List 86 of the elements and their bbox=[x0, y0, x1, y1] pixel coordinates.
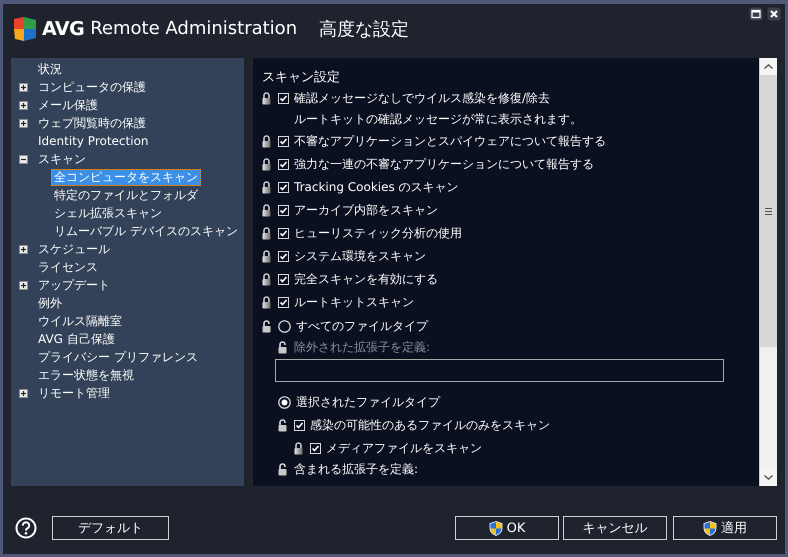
expand-icon[interactable] bbox=[19, 388, 28, 398]
checkbox[interactable] bbox=[278, 182, 289, 193]
ok-button[interactable]: OK bbox=[455, 516, 559, 540]
tree-item[interactable]: エラー状態を無視 bbox=[35, 366, 137, 384]
option-label: メディアファイルをスキャン bbox=[326, 440, 482, 457]
checkbox[interactable] bbox=[278, 205, 289, 216]
locked-icon[interactable] bbox=[262, 181, 271, 194]
option-label: すべてのファイルタイプ bbox=[296, 318, 428, 334]
default-button[interactable]: デフォルト bbox=[52, 516, 169, 540]
brand-name: AVG bbox=[42, 18, 84, 40]
locked-icon[interactable] bbox=[262, 296, 271, 309]
tree-item[interactable]: ウイルス隔離室 bbox=[35, 312, 125, 330]
tree-item[interactable]: スキャン bbox=[35, 150, 89, 168]
tree-item[interactable]: AVG 自己保護 bbox=[35, 330, 118, 348]
scroll-down-icon[interactable] bbox=[764, 475, 773, 480]
tree-item[interactable]: コンピュータの保護 bbox=[35, 78, 149, 96]
checkbox[interactable] bbox=[278, 228, 289, 239]
tree-item[interactable]: Identity Protection bbox=[35, 132, 152, 150]
option-label: 確認メッセージなしでウイルス感染を修復/除去 bbox=[294, 90, 550, 107]
collapse-icon[interactable] bbox=[19, 154, 28, 164]
window-title: 高度な設定 bbox=[319, 18, 410, 40]
tree-item[interactable]: ウェブ閲覧時の保護 bbox=[35, 114, 149, 132]
shield-icon bbox=[703, 520, 717, 536]
product-name: Remote Administration bbox=[90, 18, 298, 39]
tree-item[interactable]: リムーバブル デバイスのスキャン bbox=[51, 222, 241, 240]
tree-item[interactable]: 状況 bbox=[35, 60, 65, 78]
locked-icon[interactable] bbox=[262, 227, 271, 240]
locked-icon[interactable] bbox=[262, 135, 271, 148]
tree-item[interactable]: プライバシー プリファレンス bbox=[35, 348, 201, 366]
checkbox[interactable] bbox=[278, 251, 289, 262]
close-icon[interactable] bbox=[767, 7, 781, 21]
logo-icon bbox=[12, 16, 38, 42]
option-label: 感染の可能性のあるファイルのみをスキャン bbox=[310, 417, 550, 434]
checkbox[interactable] bbox=[278, 93, 289, 104]
locked-icon[interactable] bbox=[262, 204, 271, 217]
option-label: Tracking Cookies のスキャン bbox=[294, 179, 459, 196]
scroll-thumb[interactable] bbox=[760, 75, 777, 347]
locked-icon[interactable] bbox=[294, 442, 303, 455]
locked-icon[interactable] bbox=[262, 273, 271, 286]
option-label: 強力な一連の不審なアプリケーションについて報告する bbox=[294, 156, 594, 173]
shield-icon bbox=[488, 520, 503, 536]
expand-icon[interactable] bbox=[19, 280, 28, 290]
option-label: アーカイブ内部をスキャン bbox=[294, 202, 438, 219]
tree-item[interactable]: 特定のファイルとフォルダ bbox=[51, 186, 201, 204]
option-label: ルートキットスキャン bbox=[294, 294, 414, 311]
cancel-button[interactable]: キャンセル bbox=[563, 516, 667, 540]
tree-item[interactable]: アップデート bbox=[35, 276, 113, 294]
maximize-icon[interactable] bbox=[749, 7, 763, 21]
locked-icon[interactable] bbox=[262, 92, 271, 105]
tree-item[interactable]: シェル拡張スキャン bbox=[51, 204, 165, 222]
option-label: システム環境をスキャン bbox=[294, 248, 426, 265]
option-note: ルートキットの確認メッセージが常に表示されます。 bbox=[294, 111, 582, 128]
option-label: 選択されたファイルタイプ bbox=[296, 394, 440, 410]
option-label: 完全スキャンを有効にする bbox=[294, 271, 438, 288]
extensions-field[interactable] bbox=[275, 359, 724, 382]
expand-icon[interactable] bbox=[19, 244, 28, 254]
scrollbar[interactable] bbox=[759, 58, 777, 486]
unlocked-icon[interactable] bbox=[278, 463, 287, 476]
expand-icon[interactable] bbox=[19, 82, 28, 92]
checkbox[interactable] bbox=[278, 136, 289, 147]
unlocked-icon[interactable] bbox=[262, 320, 271, 332]
tree-item[interactable]: リモート管理 bbox=[35, 384, 113, 402]
expand-icon[interactable] bbox=[19, 100, 28, 110]
checkbox[interactable] bbox=[310, 443, 321, 454]
locked-icon[interactable] bbox=[262, 250, 271, 263]
tree-item[interactable]: ライセンス bbox=[35, 258, 101, 276]
checkbox[interactable] bbox=[278, 297, 289, 308]
apply-button[interactable]: 適用 bbox=[673, 516, 777, 540]
locked-icon[interactable] bbox=[262, 158, 271, 171]
field-label: 除外された拡張子を定義: bbox=[294, 339, 430, 356]
radio-button[interactable] bbox=[278, 320, 291, 332]
checkbox[interactable] bbox=[294, 420, 305, 431]
tree-item[interactable]: メール保護 bbox=[35, 96, 101, 114]
checkbox[interactable] bbox=[278, 274, 289, 285]
option-label: 不審なアプリケーションとスパイウェアについて報告する bbox=[294, 133, 606, 150]
expand-icon[interactable] bbox=[19, 118, 28, 128]
scroll-up-icon[interactable] bbox=[764, 64, 773, 69]
checkbox[interactable] bbox=[278, 159, 289, 170]
field-label: 含まれる拡張子を定義: bbox=[294, 461, 418, 478]
unlocked-icon[interactable] bbox=[278, 419, 287, 432]
help-icon[interactable] bbox=[15, 517, 37, 539]
tree-item[interactable]: スケジュール bbox=[35, 240, 113, 258]
tree-item[interactable]: 例外 bbox=[35, 294, 65, 312]
section-heading: スキャン設定 bbox=[262, 69, 341, 87]
option-label: ヒューリスティック分析の使用 bbox=[294, 225, 462, 242]
radio-button[interactable] bbox=[278, 396, 291, 408]
